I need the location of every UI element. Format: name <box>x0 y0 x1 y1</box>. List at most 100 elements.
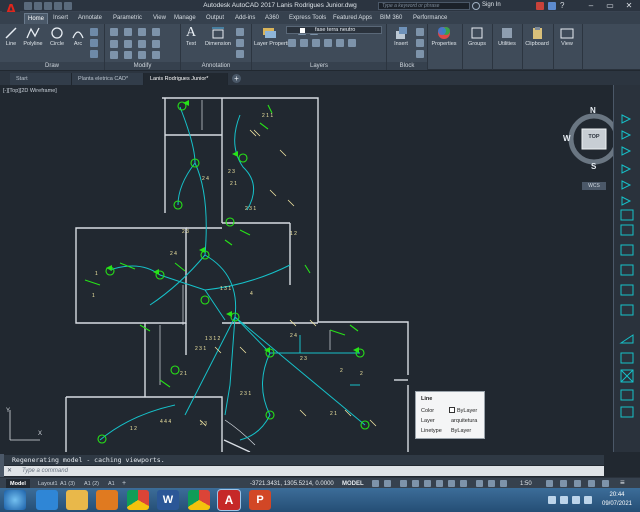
command-close-icon[interactable]: ✕ <box>7 467 12 474</box>
exchange-icon[interactable] <box>536 2 544 10</box>
layer-isolate-icon[interactable] <box>324 39 332 47</box>
properties-button[interactable]: Properties <box>430 26 458 47</box>
open-icon[interactable] <box>34 2 42 10</box>
grid-icon[interactable] <box>372 480 379 487</box>
text-button[interactable]: A Text <box>183 26 199 48</box>
circle-button[interactable]: Circle <box>48 26 66 47</box>
isodraft-icon[interactable] <box>424 480 431 487</box>
tab-output[interactable]: Output <box>203 13 227 24</box>
hatch-icon[interactable] <box>90 39 98 47</box>
annotation-monitor-icon[interactable] <box>560 480 567 487</box>
snap-icon[interactable] <box>384 480 391 487</box>
network-icon[interactable] <box>572 496 580 504</box>
layer-off-icon[interactable] <box>312 39 320 47</box>
annotation-visibility-icon[interactable] <box>500 480 507 487</box>
ortho-icon[interactable] <box>400 480 407 487</box>
chrome-2-icon[interactable] <box>188 490 210 510</box>
array-icon[interactable] <box>138 51 146 59</box>
tab-manage[interactable]: Manage <box>171 13 199 24</box>
annotation-panel-title[interactable]: Annotation <box>181 62 251 70</box>
offset-icon[interactable] <box>152 51 160 59</box>
lineweight-icon[interactable] <box>448 480 455 487</box>
tab-add-ins[interactable]: Add-ins <box>232 13 258 24</box>
workspace-gear-icon[interactable] <box>546 480 553 487</box>
insert-button[interactable]: Insert <box>390 26 412 47</box>
draw-panel-title[interactable]: Draw <box>0 62 104 70</box>
layer-walk-icon[interactable] <box>348 39 356 47</box>
units-icon[interactable] <box>574 480 581 487</box>
compass-west[interactable]: W <box>563 134 571 143</box>
line-button[interactable]: Line <box>3 26 19 47</box>
trim-icon[interactable] <box>138 28 146 36</box>
transparency-icon[interactable] <box>460 480 467 487</box>
clipboard-button[interactable]: Clipboard <box>523 26 551 47</box>
drawing-canvas[interactable]: 2 1 1 2 3 2 4 2 3 1 3 1 4 2 4 2 3 1 3 1 2 2 3 … <box>0 85 613 452</box>
explode-icon[interactable] <box>152 40 160 48</box>
dimension-button[interactable]: Dimension <box>203 26 233 47</box>
save-icon[interactable] <box>44 2 52 10</box>
selection-cycling-icon[interactable] <box>476 480 483 487</box>
tab-featured-apps[interactable]: Featured Apps <box>330 13 375 24</box>
command-input[interactable]: Type a command <box>4 466 604 476</box>
restore-button[interactable]: ▭ <box>601 0 619 11</box>
search-input[interactable]: Type a keyword or phrase <box>378 2 470 10</box>
edit-attributes-icon[interactable] <box>416 50 424 58</box>
start-icon[interactable] <box>4 490 26 510</box>
flag-icon[interactable] <box>560 496 568 504</box>
leader-icon[interactable] <box>236 28 244 36</box>
tab-home[interactable]: Home <box>24 13 49 24</box>
tab-annotate[interactable]: Annotate <box>75 13 105 24</box>
tab-performance[interactable]: Performance <box>410 13 450 24</box>
compass-north[interactable]: N <box>590 106 596 115</box>
media-player-icon[interactable] <box>96 490 118 510</box>
erase-icon[interactable] <box>152 28 160 36</box>
create-block-icon[interactable] <box>416 28 424 36</box>
clean-screen-icon[interactable] <box>602 480 609 487</box>
chrome-icon[interactable] <box>127 490 149 510</box>
autocad-icon[interactable]: A <box>218 490 240 510</box>
powerpoint-icon[interactable]: P <box>249 490 271 510</box>
move-icon[interactable] <box>110 28 118 36</box>
stretch-icon[interactable] <box>110 51 118 59</box>
osnap-icon[interactable] <box>436 480 443 487</box>
polar-icon[interactable] <box>412 480 419 487</box>
viewport-controls[interactable]: [-][Top][2D Wireframe] <box>3 88 57 94</box>
floor-plan-drawing[interactable]: 2 1 1 2 3 2 4 2 3 1 3 1 4 2 4 2 3 1 3 1 2 2 3 … <box>0 85 613 452</box>
view-panel-button[interactable]: View <box>556 26 578 47</box>
file-tab-start[interactable]: Start <box>10 73 72 85</box>
edit-block-icon[interactable] <box>416 39 424 47</box>
fillet-icon[interactable] <box>138 40 146 48</box>
tab-parametric[interactable]: Parametric <box>110 13 145 24</box>
table-icon[interactable] <box>236 39 244 47</box>
rotate-icon[interactable] <box>124 28 132 36</box>
layers-panel-title[interactable]: Layers <box>252 62 386 70</box>
clock-time[interactable]: 20:44 <box>600 492 634 498</box>
wcs-dropdown[interactable]: WCS <box>582 182 606 190</box>
viewcube-top[interactable]: TOP <box>582 134 606 140</box>
scale-icon[interactable] <box>124 51 132 59</box>
volume-icon[interactable] <box>584 496 592 504</box>
new-icon[interactable] <box>24 2 32 10</box>
file-tab-lanis[interactable]: Lanis Rodrigues Junior* <box>144 73 228 85</box>
new-tab-button[interactable]: + <box>232 74 241 83</box>
block-panel-title[interactable]: Block <box>387 62 427 70</box>
close-button[interactable]: ✕ <box>620 0 638 11</box>
file-tab-planta[interactable]: Planta eletrica CAD* <box>72 73 144 85</box>
layer-properties-button[interactable]: Layer Properties <box>254 26 294 47</box>
internet-explorer-icon[interactable] <box>36 490 58 510</box>
tab-a360[interactable]: A360 <box>262 13 282 24</box>
isolate-objects-icon[interactable] <box>588 480 595 487</box>
tab-bim360[interactable]: BIM 360 <box>377 13 405 24</box>
minimize-button[interactable]: – <box>582 0 600 11</box>
word-icon[interactable]: W <box>157 490 179 510</box>
utilities-button[interactable]: Utilities <box>494 26 520 47</box>
clock-date[interactable]: 09/07/2021 <box>600 501 634 507</box>
compass-south[interactable]: S <box>591 162 596 171</box>
arc-button[interactable]: Arc <box>70 26 86 47</box>
mirror-icon[interactable] <box>124 40 132 48</box>
help-icon[interactable]: ? <box>560 2 568 10</box>
groups-button[interactable]: Groups <box>464 26 490 47</box>
tray-up-icon[interactable] <box>548 496 556 504</box>
tab-express-tools[interactable]: Express Tools <box>286 13 329 24</box>
make-current-icon[interactable] <box>288 39 296 47</box>
